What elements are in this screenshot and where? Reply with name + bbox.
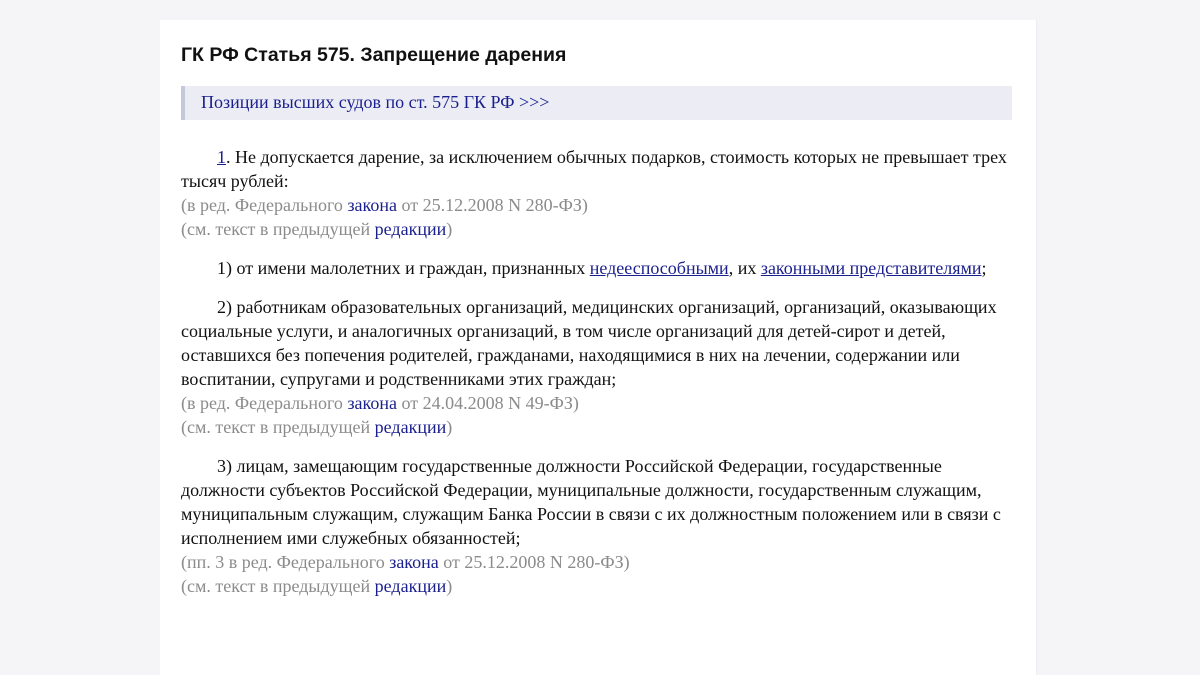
item-1-text: ;	[981, 258, 987, 278]
incapacitated-link[interactable]: недееспособными	[590, 258, 729, 278]
note-text: от 25.12.2008 N 280-ФЗ)	[438, 552, 630, 572]
note-text: от 25.12.2008 N 280-ФЗ)	[397, 195, 588, 215]
previous-edition-note: (см. текст в предыдущей редакции)	[181, 415, 1021, 439]
note-text: )	[446, 219, 453, 239]
edition-link[interactable]: редакции	[375, 576, 447, 596]
note-text: )	[446, 417, 453, 437]
court-positions-box: Позиции высших судов по ст. 575 ГК РФ >>…	[181, 86, 1012, 120]
edition-link[interactable]: редакции	[375, 219, 447, 239]
item-2: 2) работникам образовательных организаци…	[181, 297, 997, 389]
edition-link[interactable]: редакции	[375, 417, 447, 437]
document-page: ГК РФ Статья 575. Запрещение дарения Поз…	[160, 20, 1037, 675]
law-link[interactable]: закона	[347, 195, 397, 215]
edition-note: (в ред. Федерального закона от 24.04.200…	[181, 391, 1021, 415]
court-positions-link[interactable]: Позиции высших судов по ст. 575 ГК РФ >>…	[201, 92, 549, 113]
previous-edition-note: (см. текст в предыдущей редакции)	[181, 574, 1021, 598]
edition-note: (пп. 3 в ред. Федерального закона от 25.…	[181, 550, 1021, 574]
note-text: (в ред. Федерального	[181, 393, 348, 413]
note-text: )	[446, 576, 453, 596]
item-1-text: 1) от имени малолетних и граждан, призна…	[217, 258, 590, 278]
item-3: 3) лицам, замещающим государственные дол…	[181, 456, 1001, 548]
legal-representatives-link[interactable]: законными представителями	[761, 258, 982, 278]
note-text: (см. текст в предыдущей	[181, 219, 375, 239]
paragraph-number-link[interactable]: 1	[217, 147, 226, 167]
note-text: (пп. 3 в ред. Федерального	[181, 552, 390, 572]
item-1: 1) от имени малолетних и граждан, призна…	[181, 256, 1021, 280]
paragraph-1-text: . Не допускается дарение, за исключением…	[181, 147, 1007, 191]
article-body: 1. Не допускается дарение, за исключение…	[181, 145, 1021, 598]
note-text: (в ред. Федерального	[181, 195, 348, 215]
note-text: (см. текст в предыдущей	[181, 576, 375, 596]
note-text: от 24.04.2008 N 49-ФЗ)	[397, 393, 579, 413]
law-link[interactable]: закона	[389, 552, 439, 572]
note-text: (см. текст в предыдущей	[181, 417, 375, 437]
law-link[interactable]: закона	[347, 393, 397, 413]
paragraph-1: 1. Не допускается дарение, за исключение…	[181, 145, 1021, 193]
edition-note: (в ред. Федерального закона от 25.12.200…	[181, 193, 1021, 217]
article-title: ГК РФ Статья 575. Запрещение дарения	[181, 44, 567, 66]
item-1-text: , их	[728, 258, 761, 278]
previous-edition-note: (см. текст в предыдущей редакции)	[181, 217, 1021, 241]
